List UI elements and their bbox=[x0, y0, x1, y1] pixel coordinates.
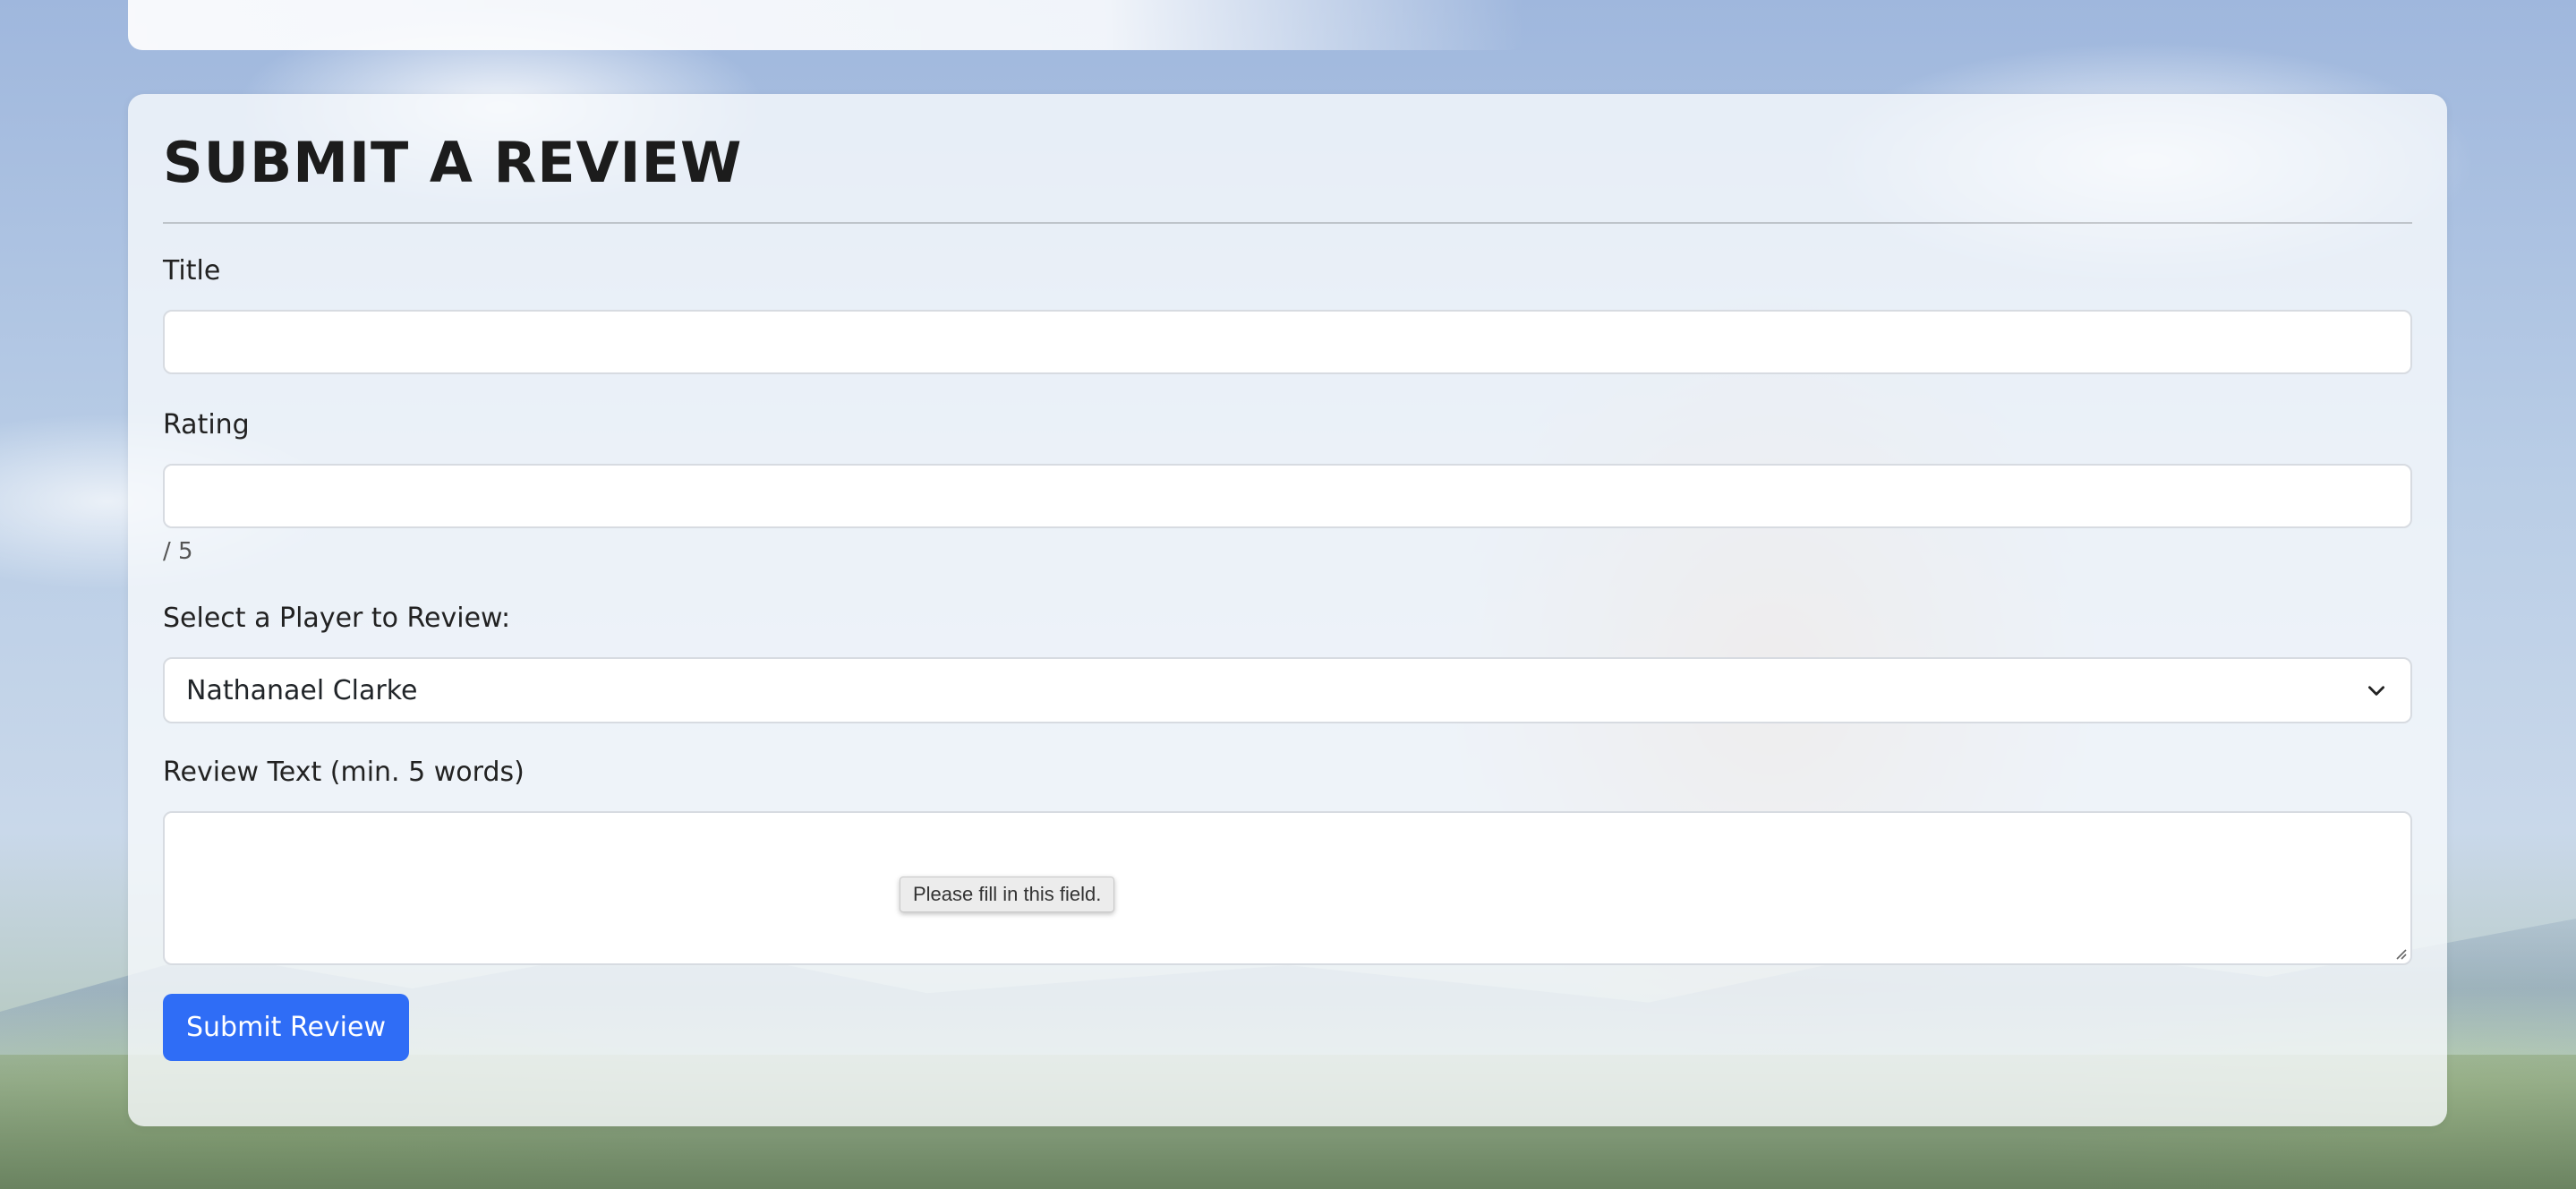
title-label: Title bbox=[163, 255, 221, 287]
submit-review-button[interactable]: Submit Review bbox=[163, 994, 409, 1061]
validation-tooltip: Please fill in this field. bbox=[900, 877, 1115, 912]
player-select[interactable]: Nathanael Clarke bbox=[163, 657, 2412, 723]
page-title: SUBMIT A REVIEW bbox=[163, 130, 743, 195]
rating-input[interactable] bbox=[163, 464, 2412, 528]
title-input[interactable] bbox=[163, 310, 2412, 374]
rating-max-hint: / 5 bbox=[163, 538, 193, 565]
review-text-input[interactable] bbox=[163, 811, 2412, 965]
player-select-value: Nathanael Clarke bbox=[186, 674, 418, 706]
heading-divider bbox=[163, 222, 2412, 224]
previous-card bbox=[128, 0, 1524, 50]
review-text-label: Review Text (min. 5 words) bbox=[163, 757, 525, 788]
review-form-card: SUBMIT A REVIEW Title Rating / 5 Select … bbox=[128, 94, 2447, 1126]
player-select-label: Select a Player to Review: bbox=[163, 603, 511, 634]
rating-label: Rating bbox=[163, 409, 250, 441]
chevron-down-icon bbox=[2364, 678, 2389, 703]
resize-handle-icon[interactable] bbox=[2393, 945, 2407, 960]
